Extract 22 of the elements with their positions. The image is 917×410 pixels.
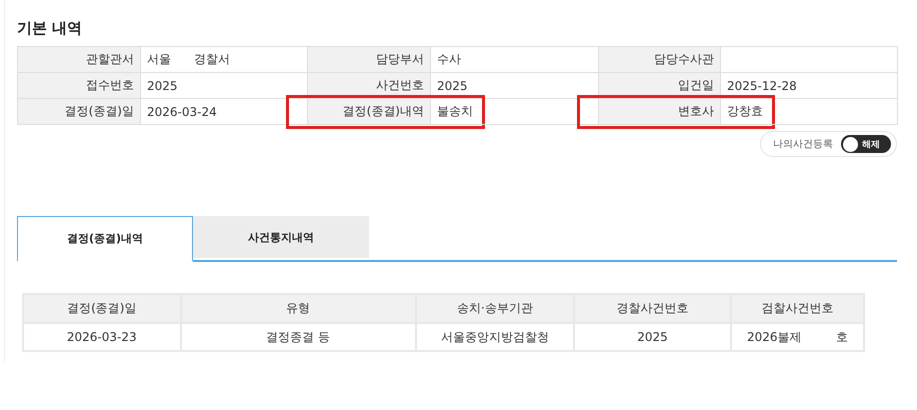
tab[interactable]: 결정(종결)내역 [17, 216, 193, 262]
table-cell: 2025 [574, 323, 731, 351]
table-cell: 2026불제 호 [730, 323, 864, 351]
field-value: 강창효 [721, 99, 898, 125]
field-label: 담당부서 [308, 47, 431, 73]
table-cell: 결정종결 등 [180, 323, 416, 351]
column-header: 유형 [180, 294, 416, 323]
column-header: 결정(종결)일 [23, 294, 181, 323]
table-cell: 2026-03-23 [23, 323, 181, 351]
field-value: 2025-12-28 [721, 73, 898, 99]
column-header: 경찰사건번호 [574, 294, 731, 323]
toggle-label: 나의사건등록 [773, 138, 833, 151]
column-header: 송치·송부기관 [416, 294, 574, 323]
field-label: 결정(종결)일 [18, 99, 141, 125]
field-label: 관할관서 [18, 47, 141, 73]
field-label: 담당수사관 [599, 47, 721, 73]
toggle-switch[interactable]: 해제 [841, 135, 891, 153]
field-label: 접수번호 [18, 73, 141, 99]
tab[interactable]: 사건통지내역 [193, 216, 369, 258]
column-header: 검찰사건번호 [730, 294, 864, 323]
table-cell: 서울중앙지방검찰청 [416, 323, 574, 351]
section-title: 기본 내역 [17, 19, 82, 38]
